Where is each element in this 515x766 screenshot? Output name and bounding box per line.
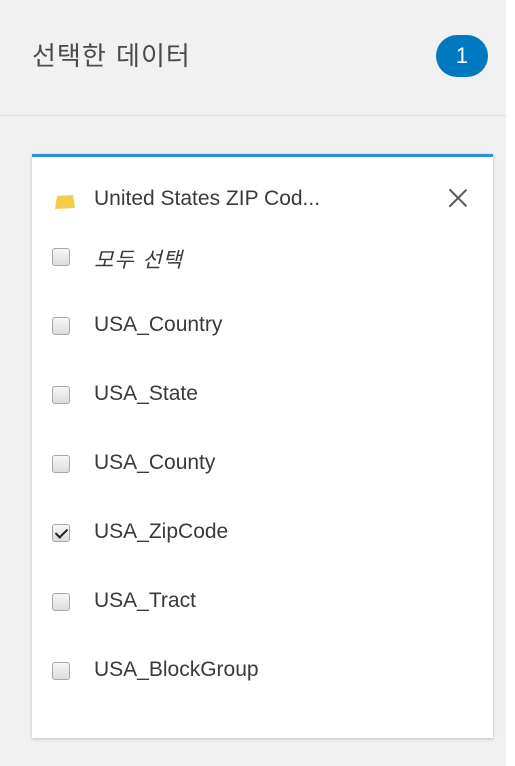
option-usa-country[interactable]: USA_Country [32, 307, 493, 347]
option-usa-blockgroup[interactable]: USA_BlockGroup [32, 652, 493, 692]
panel-header: 선택한 데이터 1 [0, 0, 506, 116]
panel-title: 선택한 데이터 [32, 42, 191, 72]
close-icon[interactable] [444, 185, 472, 213]
usa-blockgroup-label: USA_BlockGroup [94, 658, 259, 681]
select-all-label: 모두 선택 [94, 248, 183, 272]
usa-state-label: USA_State [94, 382, 198, 405]
usa-country-checkbox[interactable] [52, 317, 70, 335]
option-usa-tract[interactable]: USA_Tract [32, 583, 493, 623]
option-usa-county[interactable]: USA_County [32, 445, 493, 485]
usa-zipcode-checkbox[interactable] [52, 524, 70, 542]
usa-blockgroup-checkbox[interactable] [52, 662, 70, 680]
usa-state-checkbox[interactable] [52, 386, 70, 404]
layer-card-header: United States ZIP Cod... [32, 173, 493, 229]
usa-country-label: USA_Country [94, 313, 223, 336]
layer-map-icon [55, 195, 75, 209]
layer-card: United States ZIP Cod... 모두 선택 USA_Count… [32, 154, 493, 738]
option-usa-state[interactable]: USA_State [32, 376, 493, 416]
usa-tract-label: USA_Tract [94, 589, 196, 612]
option-usa-zipcode[interactable]: USA_ZipCode [32, 514, 493, 554]
usa-county-label: USA_County [94, 451, 216, 474]
layer-title: United States ZIP Cod... [94, 187, 321, 210]
select-all-option[interactable]: 모두 선택 [32, 238, 493, 278]
selected-data-panel: 선택한 데이터 1 United States ZIP Cod... 모두 선택… [0, 0, 515, 766]
usa-tract-checkbox[interactable] [52, 593, 70, 611]
usa-county-checkbox[interactable] [52, 455, 70, 473]
selection-count-badge: 1 [436, 35, 488, 77]
usa-zipcode-label: USA_ZipCode [94, 520, 229, 543]
select-all-checkbox[interactable] [52, 248, 70, 266]
